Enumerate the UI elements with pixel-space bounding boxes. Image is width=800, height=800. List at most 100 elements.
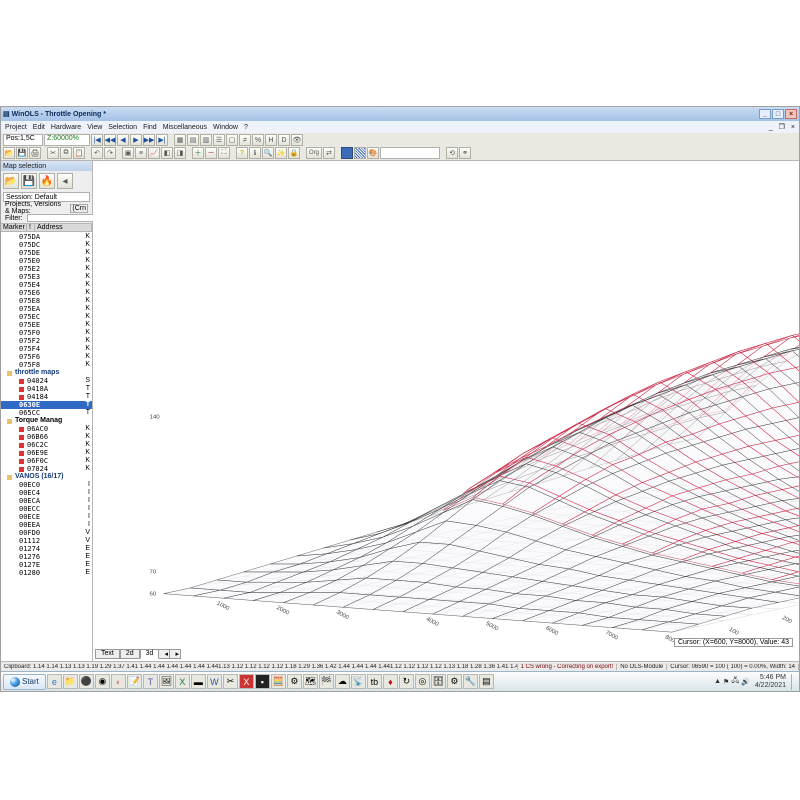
nav-last-icon[interactable]: ▶|	[156, 134, 168, 146]
open-icon[interactable]: 📂	[3, 147, 15, 159]
nav-prev-fast-icon[interactable]: ◀◀	[104, 134, 116, 146]
tb-flag-icon[interactable]: 🏁	[319, 674, 334, 689]
tab-scroll-right-icon[interactable]: ▸	[170, 649, 181, 659]
zoom-fit-icon[interactable]: ⛶	[218, 147, 230, 159]
nav-next-fast-icon[interactable]: ▶▶	[143, 134, 155, 146]
undo-icon[interactable]: ↶	[91, 147, 103, 159]
close-button[interactable]: ×	[785, 109, 797, 119]
cut-icon[interactable]: ✂	[47, 147, 59, 159]
tb-excel-icon[interactable]: X	[175, 674, 190, 689]
save-icon[interactable]: 💾	[16, 147, 28, 159]
tree-item[interactable]: 01274E	[1, 545, 92, 553]
rows-icon[interactable]: ☰	[213, 134, 225, 146]
doc-minimize[interactable]: _	[769, 124, 773, 131]
map-tree[interactable]: 075DAK075DCK075DEK075E0K075E2K075E3K075E…	[1, 232, 92, 661]
tb-media-icon[interactable]: ◐	[111, 674, 126, 689]
tree-item[interactable]: 075E6K	[1, 289, 92, 297]
doc-close[interactable]: ×	[791, 124, 795, 131]
tb-notes-icon[interactable]: 📝	[127, 674, 142, 689]
tb-wrench-icon[interactable]: 🔧	[463, 674, 478, 689]
start-button[interactable]: Start	[3, 674, 46, 690]
tray-flag-icon[interactable]: ⚑	[723, 678, 729, 686]
tree-item[interactable]: 075ECK	[1, 313, 92, 321]
copy-icon[interactable]: ⧉	[60, 147, 72, 159]
menu-project[interactable]: Project	[5, 124, 27, 131]
percent-icon[interactable]: %	[252, 134, 264, 146]
zoom-field[interactable]: Z:60000%	[44, 134, 90, 146]
tree-item[interactable]: 00ECEI	[1, 513, 92, 521]
tb-pictures-icon[interactable]: 🖼	[159, 674, 174, 689]
tree-item[interactable]: 075DCK	[1, 241, 92, 249]
redo-icon[interactable]: ↷	[104, 147, 116, 159]
sb-refresh-icon[interactable]: 🔥	[39, 173, 55, 189]
menu-hardware[interactable]: Hardware	[51, 124, 81, 131]
tree-group[interactable]: throttle maps	[1, 369, 92, 377]
tree-item[interactable]: 075F6K	[1, 353, 92, 361]
tab-2d[interactable]: 2d	[120, 649, 140, 659]
graph-icon[interactable]: 📈	[148, 147, 160, 159]
tree-item[interactable]: 06B66K	[1, 433, 92, 441]
tb-snip-icon[interactable]: ✂	[223, 674, 238, 689]
menu-find[interactable]: Find	[143, 124, 157, 131]
tb-gear-icon[interactable]: ⚙	[447, 674, 462, 689]
tb-ie-icon[interactable]: e	[47, 674, 62, 689]
tree-item[interactable]: 06E9EK	[1, 449, 92, 457]
tb-explorer-icon[interactable]: 📁	[63, 674, 78, 689]
tb-chrome-icon[interactable]: ◉	[95, 674, 110, 689]
tree-item[interactable]: 075E8K	[1, 297, 92, 305]
tree-item[interactable]: 0418AT	[1, 385, 92, 393]
tree-item[interactable]: 04184T	[1, 393, 92, 401]
tree-item[interactable]: 065CCT	[1, 409, 92, 417]
nav-next-icon[interactable]: ▶	[130, 134, 142, 146]
diff-icon[interactable]: ≠	[239, 134, 251, 146]
menu-help[interactable]: ?	[244, 124, 248, 131]
tree-item[interactable]: 06F0CK	[1, 457, 92, 465]
hex-icon[interactable]: H	[265, 134, 277, 146]
tab-text[interactable]: Text	[95, 649, 120, 659]
tb-db-icon[interactable]: 🗄	[431, 674, 446, 689]
search-icon[interactable]: 🔍	[262, 147, 274, 159]
minimize-button[interactable]: _	[759, 109, 771, 119]
tree-item[interactable]: 0630ET	[1, 401, 92, 409]
list-icon[interactable]: ≡	[135, 147, 147, 159]
tree-item[interactable]: 075E4K	[1, 281, 92, 289]
sb-open-icon[interactable]: 📂	[3, 173, 19, 189]
tb-term-icon[interactable]: ▪	[255, 674, 270, 689]
tree-group[interactable]: VANOS (16/17)	[1, 473, 92, 481]
dec-icon[interactable]: D	[278, 134, 290, 146]
zoom-out-icon[interactable]: －	[205, 147, 217, 159]
tb-cloud-icon[interactable]: ☁	[335, 674, 350, 689]
tree-item[interactable]: 01112V	[1, 537, 92, 545]
tab-scroll-left-icon[interactable]: ◂	[159, 649, 170, 659]
map-icon[interactable]: ▣	[122, 147, 134, 159]
columns-icon[interactable]: ▥	[200, 134, 212, 146]
org-icon[interactable]: Org	[306, 147, 322, 159]
sb-expand-icon[interactable]: ◂	[57, 173, 73, 189]
tb-util-icon[interactable]: ⚙	[287, 674, 302, 689]
tree-group[interactable]: Torque Manag	[1, 417, 92, 425]
tree-item[interactable]: 00ECCI	[1, 505, 92, 513]
tree-item[interactable]: 06C2CK	[1, 441, 92, 449]
tree-item[interactable]: 07024K	[1, 465, 92, 473]
doc-restore[interactable]: ❐	[779, 123, 785, 131]
tree-item[interactable]: 075E3K	[1, 273, 92, 281]
tree-item[interactable]: 075F0K	[1, 329, 92, 337]
tree-item[interactable]: 01276E	[1, 553, 92, 561]
tree-item[interactable]: 00EC4I	[1, 489, 92, 497]
tb-red-icon[interactable]: ♦	[383, 674, 398, 689]
tree-item[interactable]: 075F4K	[1, 345, 92, 353]
menu-selection[interactable]: Selection	[108, 124, 137, 131]
show-desktop-button[interactable]	[791, 674, 797, 690]
block-blue-icon[interactable]	[341, 147, 353, 159]
cell-icon[interactable]: ▢	[226, 134, 238, 146]
tb-map-icon[interactable]: 🗺	[303, 674, 318, 689]
tree-item[interactable]: 00EEAI	[1, 521, 92, 529]
tb-teams-icon[interactable]: T	[143, 674, 158, 689]
tb-loop-icon[interactable]: ↻	[399, 674, 414, 689]
nav-prev-icon[interactable]: ◀	[117, 134, 129, 146]
tray-up-icon[interactable]: ▲	[714, 678, 721, 685]
tab-3d[interactable]: 3d	[140, 649, 160, 659]
tb-winols-icon[interactable]: ▤	[479, 674, 494, 689]
help-icon[interactable]: ?	[236, 147, 248, 159]
surface-icon[interactable]: ◨	[174, 147, 186, 159]
